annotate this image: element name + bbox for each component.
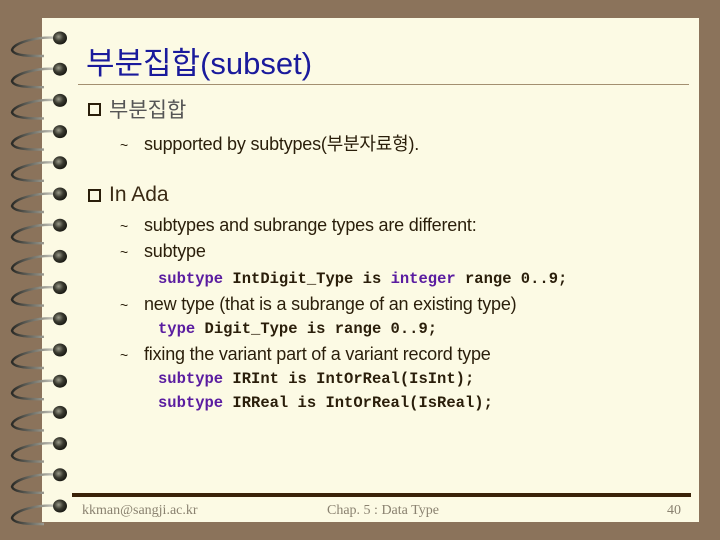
tilde-bullet-icon: ~: [120, 244, 128, 260]
code-text: Digit_Type is range 0..9;: [195, 320, 438, 338]
tilde-bullet-icon: ~: [120, 137, 128, 153]
spiral-ring-icon: [10, 62, 67, 89]
spiral-ring-icon: [10, 499, 67, 526]
code-text: IRInt is IntOrReal(IsInt);: [223, 370, 475, 388]
sub-item: ~ subtype: [120, 241, 206, 262]
sub-item-text: supported by subtypes(부분자료형).: [144, 134, 420, 154]
tilde-bullet-icon: ~: [120, 297, 128, 313]
code-text: IntDigit_Type is: [223, 270, 391, 288]
tilde-bullet-icon: ~: [120, 218, 128, 234]
slide-title: 부분집합(subset): [86, 46, 313, 81]
spiral-ring-icon: [10, 343, 67, 370]
spiral-ring-icon: [10, 405, 67, 432]
sub-item: ~ subtypes and subrange types are differe…: [120, 215, 477, 236]
tilde-bullet-icon: ~: [120, 347, 128, 363]
spiral-ring-icon: [10, 218, 67, 245]
sub-item-text: subtype: [144, 241, 206, 261]
spiral-ring-icon: [10, 93, 67, 120]
footer-chapter: Chap. 5 : Data Type: [327, 503, 439, 518]
code-keyword: subtype: [158, 394, 224, 412]
bullet-in-ada: In Ada: [88, 183, 169, 207]
sub-item: ~ supported by subtypes(부분자료형).: [120, 130, 419, 156]
spiral-ring-icon: [10, 187, 67, 214]
title-divider: [78, 84, 689, 85]
spiral-ring-icon: [10, 31, 67, 58]
code-keyword: subtype: [158, 370, 224, 388]
footer-email: kkman@sangji.ac.kr: [82, 503, 198, 518]
code-line: subtype IntDigit_Type is integer range 0…: [158, 270, 567, 288]
code-text: IRReal is IntOrReal(IsReal);: [223, 394, 493, 412]
spiral-ring-icon: [10, 249, 67, 276]
spiral-ring-icon: [10, 125, 67, 151]
bullet-subset: 부분집합: [88, 94, 186, 124]
bullet-label: 부분집합: [109, 99, 187, 122]
sub-item-text: subtypes and subrange types are differen…: [144, 215, 477, 235]
sub-item: ~ new type (that is a subrange of an exis…: [120, 294, 517, 315]
footer-page-number: 40: [667, 503, 681, 518]
code-text: range 0..9;: [455, 270, 568, 288]
footer-divider: [72, 493, 691, 497]
spiral-ring-icon: [10, 281, 67, 307]
code-keyword: type: [158, 320, 196, 338]
code-keyword: integer: [390, 270, 456, 288]
code-line: type Digit_Type is range 0..9;: [158, 320, 437, 338]
code-keyword: subtype: [158, 270, 224, 288]
checkbox-bullet-icon: [88, 102, 101, 116]
spiral-ring-icon: [10, 374, 67, 401]
sub-item-text: fixing the variant part of a variant rec…: [144, 344, 491, 364]
spiral-ring-icon: [10, 312, 67, 338]
spiral-ring-icon: [10, 437, 67, 463]
code-line: subtype IRInt is IntOrReal(IsInt);: [158, 370, 474, 388]
spiral-ring-icon: [10, 156, 67, 182]
bullet-label: In Ada: [109, 183, 169, 206]
checkbox-bullet-icon: [88, 188, 101, 202]
spiral-binding: [10, 31, 67, 526]
spiral-ring-icon: [10, 468, 67, 494]
code-line: subtype IRReal is IntOrReal(IsReal);: [158, 394, 493, 412]
sub-item-text: new type (that is a subrange of an exist…: [144, 294, 517, 314]
sub-item: ~ fixing the variant part of a variant re…: [120, 344, 491, 365]
